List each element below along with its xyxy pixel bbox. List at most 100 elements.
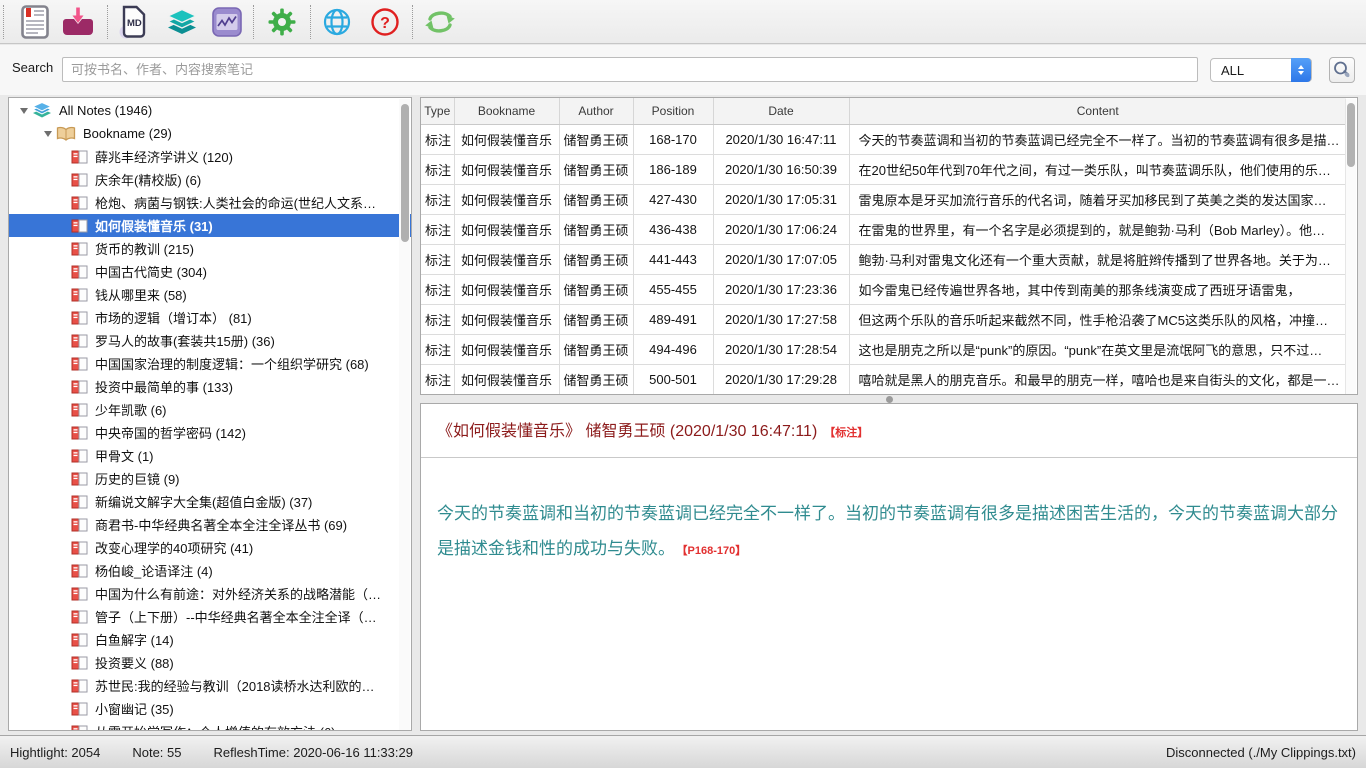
red-book-icon <box>71 449 88 463</box>
tree-item-bookname-group[interactable]: Bookname (29) <box>9 122 411 145</box>
column-header-author[interactable]: Author <box>559 98 633 124</box>
toolbar-button-settings[interactable] <box>260 3 304 41</box>
table-cell: 2020/1/30 17:05:31 <box>713 184 849 214</box>
table-cell: 455-455 <box>633 274 713 304</box>
toolbar-button-document[interactable] <box>13 3 57 41</box>
filter-dropdown[interactable]: ALL <box>1210 58 1312 82</box>
table-row[interactable]: 标注如何假装懂音乐储智勇王硕500-5012020/1/30 17:29:28嘻… <box>421 364 1346 394</box>
tree-item-book[interactable]: 薛兆丰经济学讲义 (120) <box>9 145 411 168</box>
tree-item-label: 改变心理学的40项研究 (41) <box>95 538 253 557</box>
table-cell: 2020/1/30 17:29:28 <box>713 364 849 394</box>
table-cell: 2020/1/30 17:28:54 <box>713 334 849 364</box>
tree-item-label: 中国为什么有前途：对外经济关系的战略潜能（… <box>95 584 381 603</box>
chevron-down-icon[interactable] <box>41 131 54 137</box>
toolbar-button-markdown-export[interactable]: MD <box>111 3 155 41</box>
table-row[interactable]: 标注如何假装懂音乐储智勇王硕436-4382020/1/30 17:06:24在… <box>421 214 1346 244</box>
search-button[interactable] <box>1329 57 1355 83</box>
tree-item-book[interactable]: 改变心理学的40项研究 (41) <box>9 536 411 559</box>
table-scrollbar[interactable] <box>1345 99 1356 395</box>
column-header-date[interactable]: Date <box>713 98 849 124</box>
tree-item-book[interactable]: 投资要义 (88) <box>9 651 411 674</box>
red-book-icon <box>71 311 88 325</box>
table-row[interactable]: 标注如何假装懂音乐储智勇王硕186-1892020/1/30 16:50:39在… <box>421 154 1346 184</box>
svg-text:?: ? <box>380 15 390 32</box>
notes-table-panel: TypeBooknameAuthorPositionDateContent 标注… <box>420 97 1358 395</box>
table-row[interactable]: 标注如何假装懂音乐储智勇王硕455-4552020/1/30 17:23:36如… <box>421 274 1346 304</box>
toolbar-button-help[interactable]: ? <box>363 3 407 41</box>
tree-item-label: 中国古代简史 (304) <box>95 262 207 281</box>
tree-item-label: 中央帝国的哲学密码 (142) <box>95 423 246 442</box>
toolbar-button-layers[interactable] <box>160 3 204 41</box>
red-book-icon <box>71 196 88 210</box>
column-header-position[interactable]: Position <box>633 98 713 124</box>
tree-item-book[interactable]: 中国古代简史 (304) <box>9 260 411 283</box>
table-row[interactable]: 标注如何假装懂音乐储智勇王硕168-1702020/1/30 16:47:11今… <box>421 124 1346 154</box>
column-header-content[interactable]: Content <box>849 98 1346 124</box>
tree-item-book[interactable]: 管子（上下册）--中华经典名著全本全注全译（… <box>9 605 411 628</box>
tree-item-book[interactable]: 甲骨文 (1) <box>9 444 411 467</box>
tree-item-label: 管子（上下册）--中华经典名著全本全注全译（… <box>95 607 377 626</box>
tree-item-book[interactable]: 中国国家治理的制度逻辑：一个组织学研究 (68) <box>9 352 411 375</box>
tree-item-book[interactable]: 罗马人的故事(套装共15册) (36) <box>9 329 411 352</box>
tree-item-label: 枪炮、病菌与钢铁:人类社会的命运(世纪人文系… <box>95 193 376 212</box>
column-header-bookname[interactable]: Bookname <box>454 98 559 124</box>
toolbar-separator <box>3 5 4 39</box>
tree-item-book[interactable]: 庆余年(精校版) (6) <box>9 168 411 191</box>
tree-item-book[interactable]: 投资中最简单的事 (133) <box>9 375 411 398</box>
tree-item-book[interactable]: 钱从哪里来 (58) <box>9 283 411 306</box>
all-notes-layers-icon <box>32 102 52 119</box>
table-cell: 储智勇王硕 <box>559 214 633 244</box>
table-row[interactable]: 标注如何假装懂音乐储智勇王硕489-4912020/1/30 17:27:58但… <box>421 304 1346 334</box>
tree-item-book[interactable]: 货币的教训 (215) <box>9 237 411 260</box>
tree-item-book[interactable]: 如何假装懂音乐 (31) <box>9 214 411 237</box>
tree-item-book[interactable]: 小窗幽记 (35) <box>9 697 411 720</box>
tree-item-book[interactable]: 枪炮、病菌与钢铁:人类社会的命运(世纪人文系… <box>9 191 411 214</box>
red-book-icon <box>71 380 88 394</box>
toolbar-button-import[interactable] <box>56 3 100 41</box>
table-cell: 如何假装懂音乐 <box>454 274 559 304</box>
chevron-down-icon[interactable] <box>17 108 30 114</box>
red-book-icon <box>71 265 88 279</box>
note-position-tag: 【P168-170】 <box>682 545 746 557</box>
tree-item-book[interactable]: 新编说文解字大全集(超值白金版) (37) <box>9 490 411 513</box>
markdown-file-icon: MD <box>119 5 147 39</box>
red-book-icon <box>71 495 88 509</box>
table-cell: 储智勇王硕 <box>559 334 633 364</box>
search-input[interactable] <box>62 57 1198 82</box>
tree-item-label: 庆余年(精校版) (6) <box>95 170 201 189</box>
splitter-handle-icon <box>886 396 893 403</box>
toolbar-button-web[interactable] <box>315 3 359 41</box>
table-cell: 489-491 <box>633 304 713 334</box>
tree-item-book[interactable]: 中央帝国的哲学密码 (142) <box>9 421 411 444</box>
tree-item-label: 杨伯峻_论语译注 (4) <box>95 561 213 580</box>
column-header-type[interactable]: Type <box>421 98 454 124</box>
table-cell: 储智勇王硕 <box>559 154 633 184</box>
tree-item-book[interactable]: 白鱼解字 (14) <box>9 628 411 651</box>
tree-item-label: 货币的教训 (215) <box>95 239 194 258</box>
tree-item-book[interactable]: 商君书-中华经典名著全本全注全译丛书 (69) <box>9 513 411 536</box>
tree-item-book[interactable]: 杨伯峻_论语译注 (4) <box>9 559 411 582</box>
toolbar-button-refresh[interactable] <box>418 3 462 41</box>
table-cell: 标注 <box>421 334 454 364</box>
dropdown-stepper-icon <box>1291 58 1311 82</box>
tree-item-book[interactable]: 苏世民:我的经验与教训（2018读桥水达利欧的… <box>9 674 411 697</box>
tree-item-book[interactable]: 少年凯歌 (6) <box>9 398 411 421</box>
tree-item-all-notes[interactable]: All Notes (1946) <box>9 99 411 122</box>
toolbar-button-stats[interactable] <box>205 3 249 41</box>
table-scrollbar-thumb[interactable] <box>1347 103 1355 167</box>
sidebar-scrollbar-thumb[interactable] <box>401 104 409 242</box>
horizontal-splitter[interactable] <box>420 395 1358 403</box>
tree-item-label: 投资中最简单的事 (133) <box>95 377 233 396</box>
tree-item-book[interactable]: 从零开始学写作：个人增值的有效方法 (6) <box>9 720 411 731</box>
sidebar-scrollbar[interactable] <box>399 99 410 730</box>
tree-item-book[interactable]: 历史的巨镜 (9) <box>9 467 411 490</box>
table-cell: 储智勇王硕 <box>559 184 633 214</box>
tree-item-book[interactable]: 中国为什么有前途：对外经济关系的战略潜能（… <box>9 582 411 605</box>
table-row[interactable]: 标注如何假装懂音乐储智勇王硕494-4962020/1/30 17:28:54这… <box>421 334 1346 364</box>
tree-item-book[interactable]: 市场的逻辑（增订本） (81) <box>9 306 411 329</box>
table-row[interactable]: 标注如何假装懂音乐储智勇王硕441-4432020/1/30 17:07:05鲍… <box>421 244 1346 274</box>
table-row[interactable]: 标注如何假装懂音乐储智勇王硕427-4302020/1/30 17:05:31雷… <box>421 184 1346 214</box>
red-book-icon <box>71 472 88 486</box>
open-book-icon <box>56 126 76 142</box>
note-detail-panel: 《如何假装懂音乐》 储智勇王硕 (2020/1/30 16:47:11)【标注】… <box>420 403 1358 731</box>
